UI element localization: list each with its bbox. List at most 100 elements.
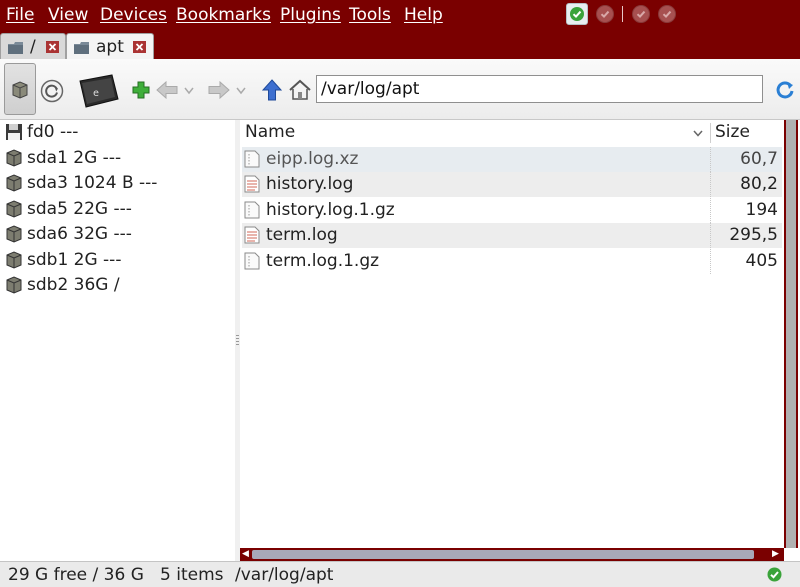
row-separator — [710, 223, 711, 248]
file-list: Name Size eipp.log.xz 60,7 history.log 8… — [240, 120, 784, 548]
device-item-sda1[interactable]: sda1 2G --- — [0, 146, 234, 170]
window-control-active[interactable] — [566, 3, 588, 25]
close-icon[interactable] — [133, 41, 146, 53]
device-label: sda5 22G --- — [27, 199, 132, 219]
sort-chevron-down-icon[interactable] — [693, 130, 703, 137]
file-name: term.log.1.gz — [266, 251, 380, 271]
file-size: 194 — [745, 200, 778, 220]
archive-file-icon — [244, 252, 260, 270]
floppy-icon — [6, 124, 22, 140]
window-control-3[interactable] — [632, 5, 650, 23]
menu-view[interactable]: View — [48, 5, 88, 25]
terminal-icon[interactable]: e — [76, 71, 120, 111]
text-file-icon — [244, 226, 260, 244]
back-history-chevron-icon[interactable] — [184, 87, 194, 95]
drive-icon — [6, 174, 22, 192]
device-item-sda6[interactable]: sda6 32G --- — [0, 222, 234, 246]
splitter-grip[interactable] — [236, 335, 239, 345]
go-icon[interactable] — [774, 79, 796, 101]
row-separator — [710, 249, 711, 274]
vertical-scrollbar-thumb[interactable] — [786, 120, 796, 548]
horizontal-scrollbar[interactable]: ◀ ▶ — [240, 548, 784, 561]
row-separator — [710, 172, 711, 197]
row-separator — [710, 198, 711, 223]
menu-bar: File View Devices Bookmarks Plugins Tool… — [0, 0, 800, 31]
forward-icon[interactable] — [208, 81, 230, 99]
file-name: history.log.1.gz — [266, 200, 395, 220]
file-size: 295,5 — [729, 225, 778, 245]
row-separator — [710, 147, 711, 172]
drive-icon — [6, 200, 22, 218]
device-label: fd0 --- — [27, 122, 79, 142]
device-item-sda5[interactable]: sda5 22G --- — [0, 197, 234, 221]
file-name: history.log — [266, 174, 354, 194]
device-label: sda3 1024 B --- — [27, 173, 158, 193]
file-row-term-log-1-gz[interactable]: term.log.1.gz 405 — [242, 249, 782, 274]
menu-bookmarks[interactable]: Bookmarks — [176, 5, 271, 25]
close-icon[interactable] — [46, 41, 59, 53]
device-item-sda3[interactable]: sda3 1024 B --- — [0, 171, 234, 195]
device-item-sdb2[interactable]: sdb2 36G / — [0, 273, 234, 297]
address-bar[interactable] — [316, 75, 763, 103]
column-header-label: Size — [715, 122, 750, 142]
column-header-label: Name — [245, 122, 296, 142]
archive-file-icon — [244, 150, 260, 168]
folder-icon — [74, 42, 89, 54]
device-label: sdb1 2G --- — [27, 250, 122, 270]
file-name: eipp.log.xz — [266, 149, 359, 169]
horizontal-scrollbar-thumb[interactable] — [252, 550, 754, 559]
status-path: /var/log/apt — [235, 565, 334, 585]
back-icon[interactable] — [156, 81, 178, 99]
check-icon — [570, 7, 584, 21]
vertical-scrollbar[interactable] — [784, 120, 798, 548]
column-header-name[interactable]: Name — [245, 120, 705, 145]
device-label: sda6 32G --- — [27, 224, 132, 244]
menu-help[interactable]: Help — [404, 5, 443, 25]
file-row-eipp-log-xz[interactable]: eipp.log.xz 60,7 — [242, 147, 782, 172]
status-bar: 29 G free / 36 G 5 items /var/log/apt — [0, 561, 800, 587]
column-separator[interactable] — [710, 123, 711, 143]
device-item-sdb1[interactable]: sdb1 2G --- — [0, 248, 234, 272]
file-row-term-log[interactable]: term.log 295,5 — [242, 223, 782, 248]
home-icon[interactable] — [288, 79, 312, 101]
drive-icon — [6, 251, 22, 269]
scroll-left-icon[interactable]: ◀ — [242, 550, 249, 559]
file-size: 60,7 — [740, 149, 778, 169]
svg-text:e: e — [93, 88, 99, 99]
check-icon — [600, 10, 610, 19]
status-free-space: 29 G free / 36 G — [8, 565, 144, 585]
add-bookmark-icon[interactable] — [132, 81, 150, 99]
tab-root[interactable]: / — [0, 33, 66, 59]
folder-icon — [8, 42, 23, 54]
up-icon[interactable] — [262, 79, 282, 101]
menu-file[interactable]: File — [6, 5, 34, 25]
scroll-right-icon[interactable]: ▶ — [772, 550, 779, 559]
file-name: term.log — [266, 225, 338, 245]
device-item-fd0[interactable]: fd0 --- — [0, 120, 234, 144]
file-row-history-log-1-gz[interactable]: history.log.1.gz 194 — [242, 198, 782, 223]
tab-label: apt — [96, 37, 124, 57]
drive-icon — [12, 81, 28, 99]
menu-tools[interactable]: Tools — [349, 5, 391, 25]
check-icon — [662, 10, 672, 19]
drive-icon — [6, 225, 22, 243]
device-label: sdb2 36G / — [27, 275, 120, 295]
check-icon — [636, 10, 646, 19]
window-control-4[interactable] — [658, 5, 676, 23]
window-control-2[interactable] — [596, 5, 614, 23]
file-row-history-log[interactable]: history.log 80,2 — [242, 172, 782, 197]
menu-devices[interactable]: Devices — [100, 5, 167, 25]
drive-icon — [6, 276, 22, 294]
refresh-icon[interactable] — [40, 79, 64, 103]
toolbar: e — [0, 59, 800, 120]
tab-bar: / apt — [0, 31, 800, 59]
window-control-separator — [622, 6, 623, 22]
menu-plugins[interactable]: Plugins — [280, 5, 341, 25]
status-item-count: 5 items — [160, 565, 224, 585]
devices-sidebar: fd0 --- sda1 2G --- sda3 1024 B --- sda5… — [0, 120, 236, 561]
text-file-icon — [244, 175, 260, 193]
column-header-size[interactable]: Size — [715, 120, 775, 145]
file-size: 80,2 — [740, 174, 778, 194]
tab-apt[interactable]: apt — [66, 33, 154, 59]
forward-history-chevron-icon[interactable] — [236, 87, 246, 95]
